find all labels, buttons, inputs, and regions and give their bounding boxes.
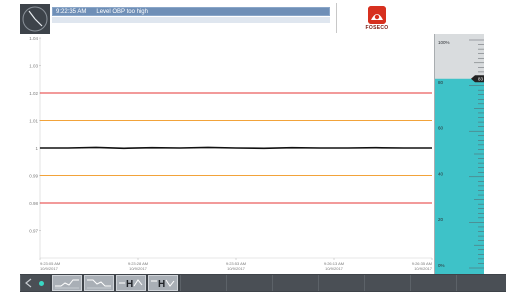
x-tick-date: 10/9/2017 bbox=[227, 266, 246, 271]
trend-chart[interactable]: 1.04 1.03 1.02 1.01 1 0.99 0.98 0.97 9:23:05 AM 1… bbox=[20, 34, 435, 274]
taskbar-slot-4[interactable] bbox=[318, 275, 364, 291]
alarm-list-area[interactable] bbox=[52, 17, 330, 23]
svg-text:H: H bbox=[158, 279, 165, 290]
taskbar-slot-6[interactable] bbox=[410, 275, 456, 291]
trend-view-1-button[interactable] bbox=[52, 275, 82, 291]
gauge-value-label: 83 bbox=[478, 76, 484, 81]
trend-view-2-button[interactable] bbox=[84, 275, 114, 291]
y-tick-label: 1.03 bbox=[29, 64, 38, 69]
logo-text: FOSECO bbox=[365, 25, 389, 31]
alarm-time: 9:22:35 AM bbox=[56, 9, 87, 15]
y-tick-label: 0.98 bbox=[29, 201, 38, 206]
hmi-screen: 9:22:35 AM Level OBP too high FOSECO 1.04… bbox=[0, 0, 506, 292]
hold-trend-1-button[interactable]: H bbox=[116, 275, 146, 291]
trend-curve-icon bbox=[87, 279, 111, 289]
taskbar-slot-1[interactable] bbox=[180, 275, 226, 291]
status-led-icon bbox=[39, 281, 44, 286]
taskbar: H H bbox=[20, 274, 506, 292]
gauge-tick-label: 0% bbox=[438, 263, 445, 268]
y-tick-label: 0.99 bbox=[29, 174, 38, 179]
gauge-tick-label: 100% bbox=[438, 40, 450, 45]
taskbar-slot-2[interactable] bbox=[226, 275, 272, 291]
y-tick-label: 1.01 bbox=[29, 119, 38, 124]
trend-chart-svg: 1.041.031.021.0110.990.980.979:23:05 AM1… bbox=[29, 36, 433, 271]
gauge-tick-label: 20 bbox=[438, 217, 444, 222]
hold-trend-alt-icon: H bbox=[151, 279, 175, 290]
hold-trend-2-button[interactable]: H bbox=[148, 275, 178, 291]
gauge-fill bbox=[435, 78, 485, 274]
clock-icon[interactable] bbox=[20, 4, 50, 34]
hold-trend-icon: H bbox=[119, 279, 143, 290]
x-tick-date: 10/9/2017 bbox=[40, 266, 59, 271]
y-tick-label: 1.04 bbox=[29, 36, 38, 41]
left-arrow-icon[interactable] bbox=[24, 278, 34, 288]
level-gauge-svg: 100% 80 60 40 20 0% 83 bbox=[435, 39, 485, 274]
level-gauge: 100% 80 60 40 20 0% 83 bbox=[434, 34, 485, 274]
alarm-message: Level OBP too high bbox=[96, 9, 148, 15]
alarm-banner[interactable]: 9:22:35 AM Level OBP too high bbox=[52, 7, 330, 16]
gauge-tick-label: 40 bbox=[438, 171, 444, 176]
y-tick-label: 1 bbox=[35, 146, 38, 151]
x-tick-date: 10/9/2017 bbox=[129, 266, 148, 271]
logo-emblem-icon bbox=[368, 6, 386, 24]
foseco-logo: FOSECO bbox=[362, 6, 392, 34]
status-slot bbox=[20, 275, 50, 291]
taskbar-slot-7[interactable] bbox=[456, 275, 506, 291]
svg-text:H: H bbox=[126, 279, 133, 290]
taskbar-slot-5[interactable] bbox=[364, 275, 410, 291]
gauge-tick-label: 80 bbox=[438, 80, 444, 85]
trend-line-icon bbox=[55, 279, 79, 289]
taskbar-slot-3[interactable] bbox=[272, 275, 318, 291]
gauge-tick-label: 60 bbox=[438, 126, 444, 131]
y-tick-label: 0.97 bbox=[29, 229, 38, 234]
x-tick-date: 10/9/2017 bbox=[325, 266, 344, 271]
series-line-0 bbox=[40, 146, 432, 150]
header-divider bbox=[336, 3, 337, 33]
x-tick-date: 10/9/2017 bbox=[414, 266, 433, 271]
y-tick-label: 1.02 bbox=[29, 91, 38, 96]
gauge-margin bbox=[484, 34, 506, 274]
